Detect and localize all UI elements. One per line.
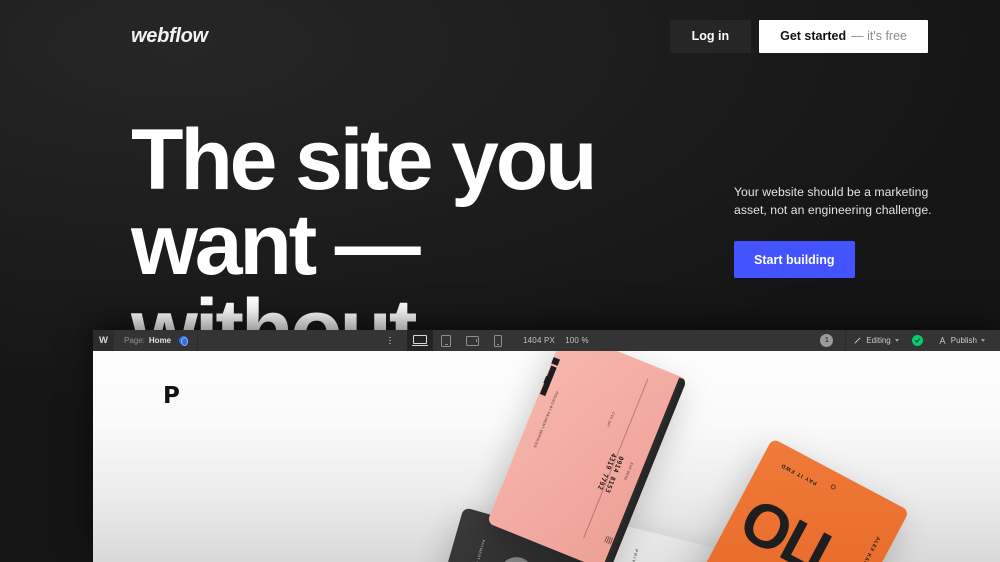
card-silver-side-text: PRIVATE CREDIT [622,549,639,562]
editing-mode-dropdown[interactable]: Editing [845,330,905,351]
webflow-w-icon[interactable]: W [93,330,114,351]
page-selector-label: Page: [124,336,145,345]
card-orange-name-text: ALEX KANG [858,535,882,562]
device-desktop-button[interactable] [407,330,433,351]
tablet-portrait-icon [441,334,451,347]
toolbar-left-group: W Page: Home [93,330,199,351]
get-started-label: Get started [780,29,847,43]
globe-icon[interactable] [179,336,189,346]
card-pink-big-text: NT [501,351,580,399]
card-orange-big-text: ПО [731,484,843,562]
chevron-down-icon [981,339,985,342]
header-actions: Log in Get started — it's free [669,19,928,53]
device-tablet-portrait-button[interactable] [433,330,459,351]
check-circle-icon[interactable] [911,335,923,346]
kebab-menu-icon[interactable] [383,336,397,345]
card-pink-side-text: ISSUED BY PAYMENT SERVICES [532,390,559,449]
toolbar-center-group: 1404 PX 100 % [383,330,589,351]
publish-label: Publish [950,336,977,345]
publish-dropdown[interactable]: Publish [931,330,992,351]
card-dark-circle-left [495,553,538,562]
card-pink-exp-text: EXP 09/31 [622,461,634,481]
avatar[interactable]: 1 [820,334,834,347]
check-glyph [914,338,920,343]
card-pink-cvc-text: CVC 347 [605,411,616,428]
designer-canvas[interactable]: P PAYMENT CARD DEBIT PRIVATE CREDIT PAY … [93,351,1000,562]
hero-side-column: Your website should be a marketing asset… [734,184,949,279]
device-tablet-landscape-button[interactable] [459,330,485,351]
chevron-down-icon [894,339,899,342]
card-orange-top-text: PAY IT FWD [779,461,819,486]
page-selector-value: Home [148,336,172,345]
card-orange-mark-icon [829,483,837,491]
get-started-sublabel: — it's free [851,29,907,43]
device-mobile-button[interactable] [485,330,511,351]
card-pink: NT ISSUED BY PAYMENT SERVICES CVC 347 43… [486,351,688,562]
designer-toolbar: W Page: Home 1404 PX 100 % 1 Editing Pub… [93,330,1000,351]
card-orange: PAY IT FWD ПО ALEX KANG [679,438,910,562]
login-button[interactable]: Log in [669,19,752,53]
viewport-width-value[interactable]: 1404 PX [523,336,555,345]
toolbar-right-group: 1 Editing Publish [820,330,1000,351]
desktop-icon [412,335,428,347]
get-started-button[interactable]: Get started — it's free [759,19,928,53]
webflow-logo[interactable]: webflow [131,25,208,48]
card-dark-side-text: PAYMENT CARD [471,539,486,562]
tablet-landscape-icon [465,335,479,346]
webflow-designer-window: W Page: Home 1404 PX 100 % 1 Editing Pub… [93,330,1000,562]
credit-cards-scene: PAYMENT CARD DEBIT PRIVATE CREDIT PAY IT… [93,351,1000,562]
start-building-button[interactable]: Start building [734,241,855,279]
editing-mode-label: Editing [866,336,891,345]
mobile-icon [494,334,502,347]
site-header: webflow Log in Get started — it's free [0,0,1000,72]
zoom-level-value[interactable]: 100 % [565,336,589,345]
publish-icon [939,336,946,345]
hero-subtitle: Your website should be a marketing asset… [734,185,932,217]
viewport-measurements: 1404 PX 100 % [523,336,589,345]
page-selector[interactable]: Page: Home [114,330,199,351]
pencil-icon [854,337,861,344]
